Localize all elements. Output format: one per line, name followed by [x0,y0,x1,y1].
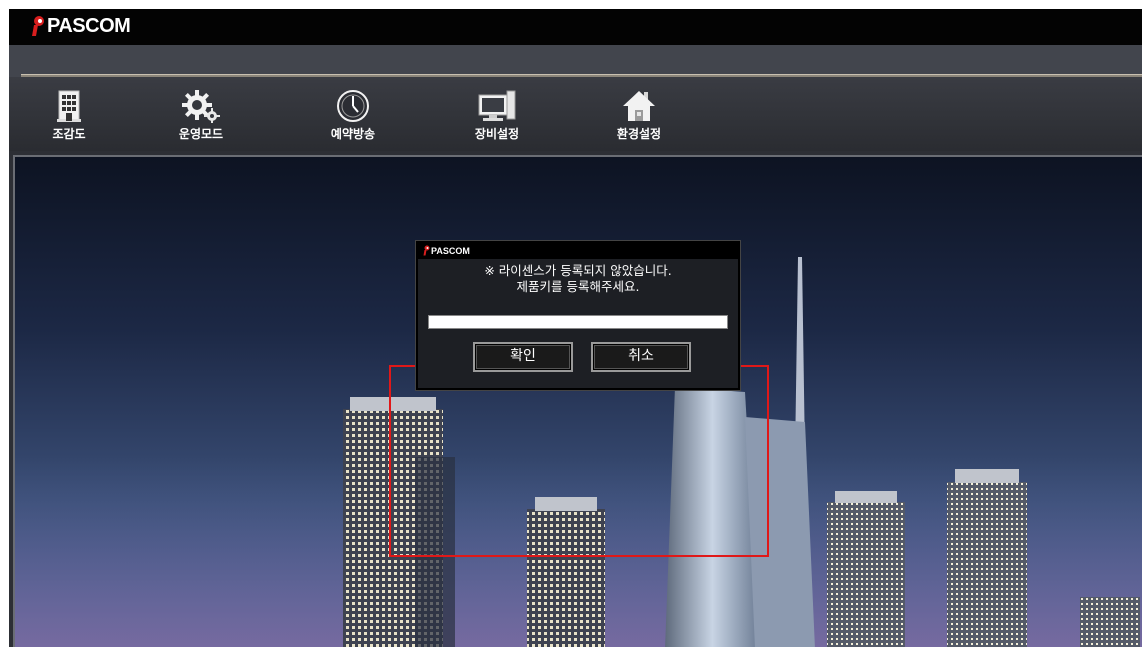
toolbar-item-scheduled-broadcast[interactable]: 예약방송 [313,87,393,142]
building-icon [57,90,81,122]
clock-icon [337,90,369,122]
app-logo: PASCOM [31,13,131,39]
toolbar-item-label: 환경설정 [616,127,662,141]
gears-icon [182,90,220,123]
toolbar-item-label: 운영모드 [178,127,224,141]
product-key-input[interactable] [428,315,728,329]
dialog-logo: PASCOM [423,245,470,256]
pascom-logo-icon [32,16,44,36]
home-icon [623,91,655,121]
app-window: PASCOM 조감도 운영모드 예약방송 장비설정 환경설정 PASCOM ※ … [9,9,1142,647]
logo-text: PASCOM [47,14,131,37]
register-key-text: 제품키를 등록해주세요. [516,279,640,294]
cancel-button[interactable]: 취소 [591,342,691,372]
toolbar-item-overview[interactable]: 조감도 [29,87,109,142]
toolbar-item-label: 조감도 [52,127,86,141]
license-warning-text: ※ 라이센스가 등록되지 않았습니다. [484,263,672,278]
main-toolbar: 조감도 운영모드 예약방송 장비설정 환경설정 [9,77,1142,151]
aerial-view-panel [13,155,1142,647]
dialog-header: PASCOM [418,243,738,259]
toolbar-item-device-settings[interactable]: 장비설정 [457,87,537,142]
computer-icon [478,90,516,121]
pascom-logo-icon [423,245,430,256]
confirm-button[interactable]: 확인 [473,342,573,372]
dialog-logo-text: PASCOM [431,245,470,256]
toolbar-item-preferences[interactable]: 환경설정 [599,87,679,142]
highlight-box [389,365,769,557]
dialog-message: ※ 라이센스가 등록되지 않았습니다. 제품키를 등록해주세요. [418,263,738,295]
toolbar-item-label: 예약방송 [330,127,376,141]
toolbar-item-label: 장비설정 [474,127,520,141]
title-bar: PASCOM [9,9,1142,45]
toolbar-item-operation-mode[interactable]: 운영모드 [161,87,241,142]
license-dialog: PASCOM ※ 라이센스가 등록되지 않았습니다. 제품키를 등록해주세요. … [416,241,740,390]
